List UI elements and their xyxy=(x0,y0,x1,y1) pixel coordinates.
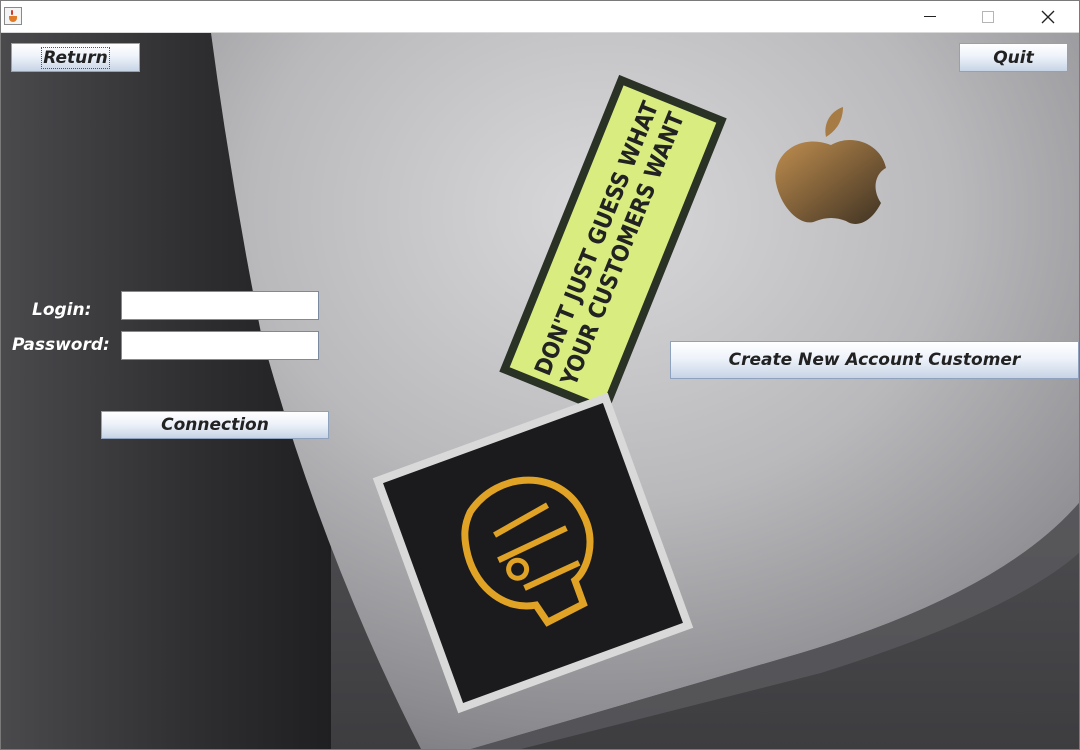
quit-button-label: Quit xyxy=(993,47,1034,68)
java-cup-icon[interactable] xyxy=(4,7,22,25)
close-icon xyxy=(1041,10,1055,23)
laptop-background-image: DON'T JUST GUESS WHAT YOUR CUSTOMERS WAN… xyxy=(1,33,1079,749)
title-bar[interactable] xyxy=(1,1,1079,33)
close-button[interactable] xyxy=(1019,1,1077,32)
quit-button[interactable]: Quit xyxy=(959,43,1068,72)
connection-button-label: Connection xyxy=(161,415,269,435)
create-account-button-label: Create New Account Customer xyxy=(728,350,1021,370)
return-button[interactable]: Return xyxy=(11,43,140,72)
maximize-icon xyxy=(982,10,994,23)
maximize-button[interactable] xyxy=(959,1,1017,32)
login-panel: DON'T JUST GUESS WHAT YOUR CUSTOMERS WAN… xyxy=(1,33,1079,749)
connection-button[interactable]: Connection xyxy=(101,411,329,439)
return-button-label: Return xyxy=(41,46,110,69)
password-label: Password: xyxy=(12,335,110,355)
create-new-account-customer-button[interactable]: Create New Account Customer xyxy=(670,341,1079,379)
login-input[interactable] xyxy=(121,291,319,320)
minimize-icon xyxy=(924,16,936,17)
login-label: Login: xyxy=(32,300,92,320)
app-window: DON'T JUST GUESS WHAT YOUR CUSTOMERS WAN… xyxy=(0,0,1080,750)
minimize-button[interactable] xyxy=(901,1,959,32)
password-input[interactable] xyxy=(121,331,319,360)
